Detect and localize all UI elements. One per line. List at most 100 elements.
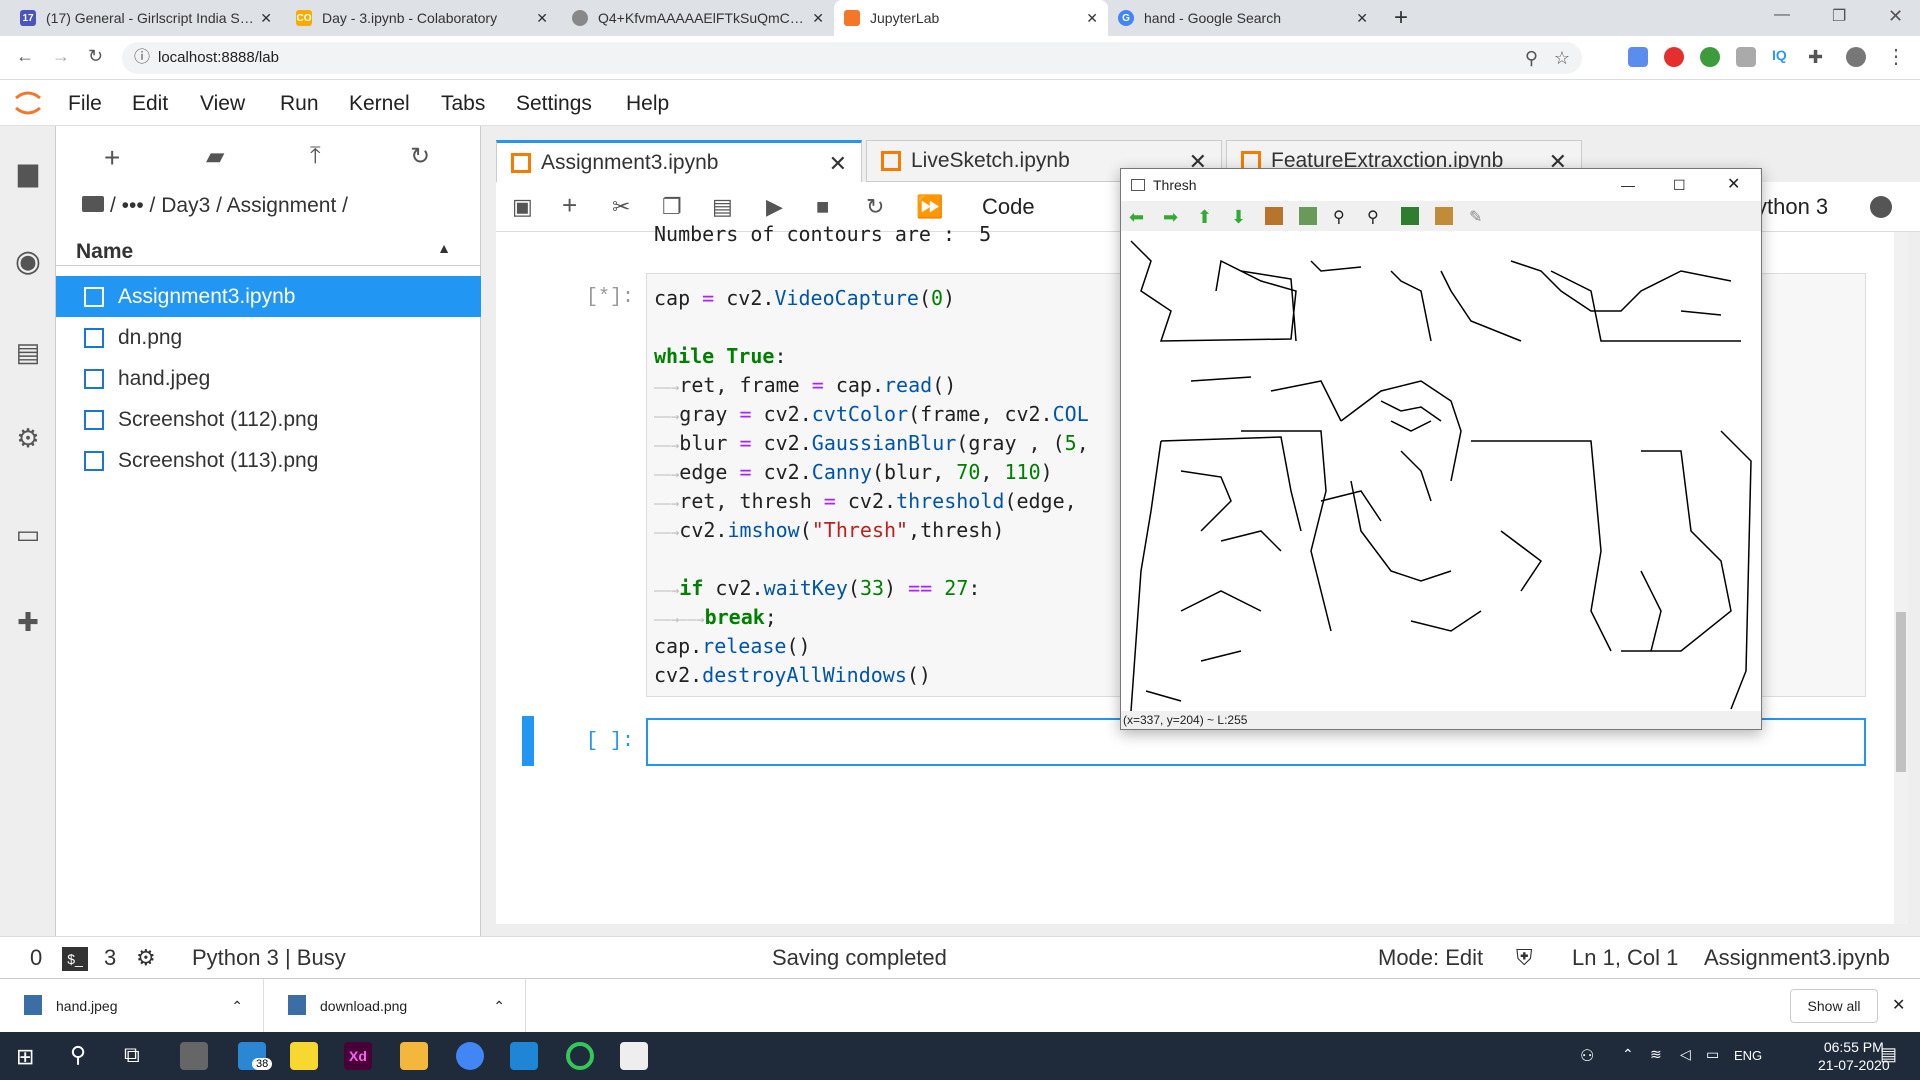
close-icon[interactable]: ✕ — [812, 10, 824, 27]
chrome-menu-icon[interactable]: ⋮ — [1886, 44, 1906, 69]
browser-tab-colab[interactable]: CO Day - 3.ipynb - Colaboratory ✕ — [286, 0, 558, 36]
file-item-screenshot-112[interactable]: Screenshot (112).png — [56, 399, 481, 440]
chevron-up-icon[interactable]: ⌃ — [231, 979, 243, 1033]
bookmark-star-icon[interactable]: ☆ — [1554, 42, 1570, 74]
chevron-up-icon[interactable]: ⌃ — [493, 979, 505, 1033]
terminal-icon[interactable]: $_ — [62, 947, 88, 971]
scrollbar-thumb[interactable] — [1896, 612, 1906, 772]
tabs-icon[interactable]: ▭ — [12, 518, 44, 550]
puzzle-icon[interactable]: ✚ — [1808, 47, 1828, 67]
avatar[interactable] — [1846, 47, 1866, 67]
menu-run[interactable]: Run — [280, 92, 319, 116]
notifications-icon[interactable]: ▤ — [1880, 1044, 1897, 1065]
forward-icon[interactable]: → — [52, 46, 70, 67]
menu-kernel[interactable]: Kernel — [349, 92, 410, 116]
wifi-icon[interactable]: ≋ — [1650, 1046, 1662, 1063]
info-icon[interactable]: ⓘ — [134, 42, 150, 74]
folder-icon[interactable] — [82, 196, 104, 212]
browser-tab-image[interactable]: Q4+KfvmAAAAAElFTkSuQmCC (3 ✕ — [562, 0, 834, 36]
extension-icon[interactable] — [1628, 47, 1648, 67]
browser-tab-google[interactable]: G hand - Google Search ✕ — [1108, 0, 1378, 36]
kernel-usage-icon[interactable]: ⚙ — [136, 945, 156, 971]
pan-up-icon[interactable]: ⬆ — [1197, 207, 1215, 227]
close-icon[interactable]: ✕ — [1356, 10, 1368, 27]
menu-edit[interactable]: Edit — [132, 92, 168, 116]
notepad-icon[interactable] — [620, 1042, 648, 1070]
mode-indicator[interactable]: Mode: Edit — [1378, 945, 1483, 971]
extensions-icon[interactable]: ✚ — [12, 606, 44, 638]
folder-icon[interactable]: ▆ — [12, 156, 44, 188]
download-item-download[interactable]: download.png ⌃ — [264, 979, 526, 1033]
zoom-icon[interactable]: ⚲ — [1525, 42, 1538, 74]
menu-view[interactable]: View — [200, 92, 245, 116]
maximize-button[interactable]: ☐ — [1673, 169, 1686, 201]
close-icon[interactable]: ✕ — [1892, 995, 1905, 1015]
new-folder-icon[interactable]: ▰ — [206, 142, 224, 171]
app-icon[interactable] — [566, 1042, 594, 1070]
browser-tab-jupyterlab[interactable]: JupyterLab ✕ — [834, 0, 1108, 36]
upload-icon[interactable]: ⤒ — [310, 142, 321, 170]
scrollbar[interactable] — [1894, 232, 1908, 924]
restart-icon[interactable]: ↻ — [866, 194, 884, 220]
restore-button[interactable]: ❐ — [1832, 6, 1846, 26]
search-icon[interactable]: ⚲ — [70, 1042, 86, 1068]
sort-ascending-icon[interactable]: ▲ — [437, 240, 451, 256]
show-all-button[interactable]: Show all — [1790, 989, 1878, 1023]
extension-icon[interactable] — [1700, 47, 1720, 67]
menu-file[interactable]: File — [68, 92, 102, 116]
cell-type-select[interactable]: Code — [982, 194, 1035, 220]
run-icon[interactable]: ▶ — [766, 194, 783, 220]
file-list-header[interactable]: Name ▲ — [56, 230, 481, 266]
close-icon[interactable]: ✕ — [829, 151, 847, 177]
minimize-button[interactable]: — — [1621, 169, 1635, 201]
iq-icon[interactable]: IQ — [1772, 47, 1792, 67]
settings-icon[interactable]: ⚙ — [12, 422, 44, 454]
kernel-name[interactable]: ython 3 — [1756, 194, 1828, 220]
battery-icon[interactable]: ▭ — [1706, 1046, 1719, 1063]
zoom-in-icon[interactable]: ⚲ — [1333, 207, 1351, 226]
breadcrumb[interactable]: / ••• / Day3 / Assignment / — [82, 194, 348, 218]
close-window-button[interactable]: ✕ — [1888, 6, 1903, 27]
opera-icon[interactable] — [1664, 47, 1684, 67]
chevron-up-icon[interactable]: ⌃ — [1622, 1046, 1634, 1063]
menu-settings[interactable]: Settings — [516, 92, 592, 116]
copy-icon[interactable]: ❐ — [662, 194, 682, 220]
close-icon[interactable]: ✕ — [536, 10, 548, 27]
new-tab-button[interactable]: + — [1394, 4, 1408, 32]
cursor-position[interactable]: Ln 1, Col 1 — [1572, 945, 1678, 971]
save-icon[interactable]: ▣ — [512, 194, 533, 220]
copy-icon[interactable] — [1435, 207, 1453, 225]
back-icon[interactable]: ← — [16, 46, 34, 67]
running-icon[interactable]: ◉ — [12, 246, 44, 278]
file-item-dn[interactable]: dn.png — [56, 317, 481, 358]
kernel-status[interactable]: Python 3 | Busy — [192, 945, 346, 971]
insert-cell-icon[interactable]: + — [562, 190, 577, 221]
calculator-icon[interactable] — [180, 1042, 208, 1070]
menu-tabs[interactable]: Tabs — [441, 92, 485, 116]
kernel-count[interactable]: 0 — [30, 945, 42, 971]
zoom-fit-icon[interactable] — [1265, 207, 1283, 225]
fast-forward-icon[interactable]: ⏩ — [916, 194, 943, 220]
download-item-hand[interactable]: hand.jpeg ⌃ — [0, 979, 264, 1033]
people-icon[interactable]: ⚇ — [1580, 1046, 1594, 1066]
windows-start-icon[interactable]: ⊞ — [16, 1044, 34, 1070]
close-button[interactable]: ✕ — [1727, 169, 1740, 201]
sticky-notes-icon[interactable] — [290, 1042, 318, 1070]
pan-left-icon[interactable]: ⬅ — [1129, 207, 1147, 227]
file-item-assignment3[interactable]: Assignment3.ipynb — [56, 276, 481, 317]
adobe-xd-icon[interactable]: Xd — [344, 1042, 372, 1070]
new-launcher-button[interactable]: + — [104, 142, 120, 174]
thresh-image[interactable] — [1121, 231, 1761, 711]
zoom-out-icon[interactable]: ⚲ — [1367, 207, 1385, 226]
vscode-icon[interactable] — [510, 1042, 538, 1070]
file-item-hand[interactable]: hand.jpeg — [56, 358, 481, 399]
drive-icon[interactable] — [1736, 47, 1756, 67]
opencv-window[interactable]: Thresh — ☐ ✕ ⬅ ➡ ⬆ ⬇ ⚲ ⚲ ✎ (x=337, y=204… — [1120, 168, 1762, 730]
properties-icon[interactable]: ✎ — [1469, 207, 1487, 226]
close-icon[interactable]: ✕ — [1086, 10, 1098, 27]
menu-help[interactable]: Help — [626, 92, 669, 116]
tab-assignment3[interactable]: Assignment3.ipynb ✕ — [496, 140, 862, 182]
url-input[interactable]: ⓘ localhost:8888/lab ⚲ ☆ — [122, 42, 1582, 74]
paste-icon[interactable]: ▤ — [712, 194, 733, 220]
reload-icon[interactable]: ↻ — [88, 46, 103, 67]
